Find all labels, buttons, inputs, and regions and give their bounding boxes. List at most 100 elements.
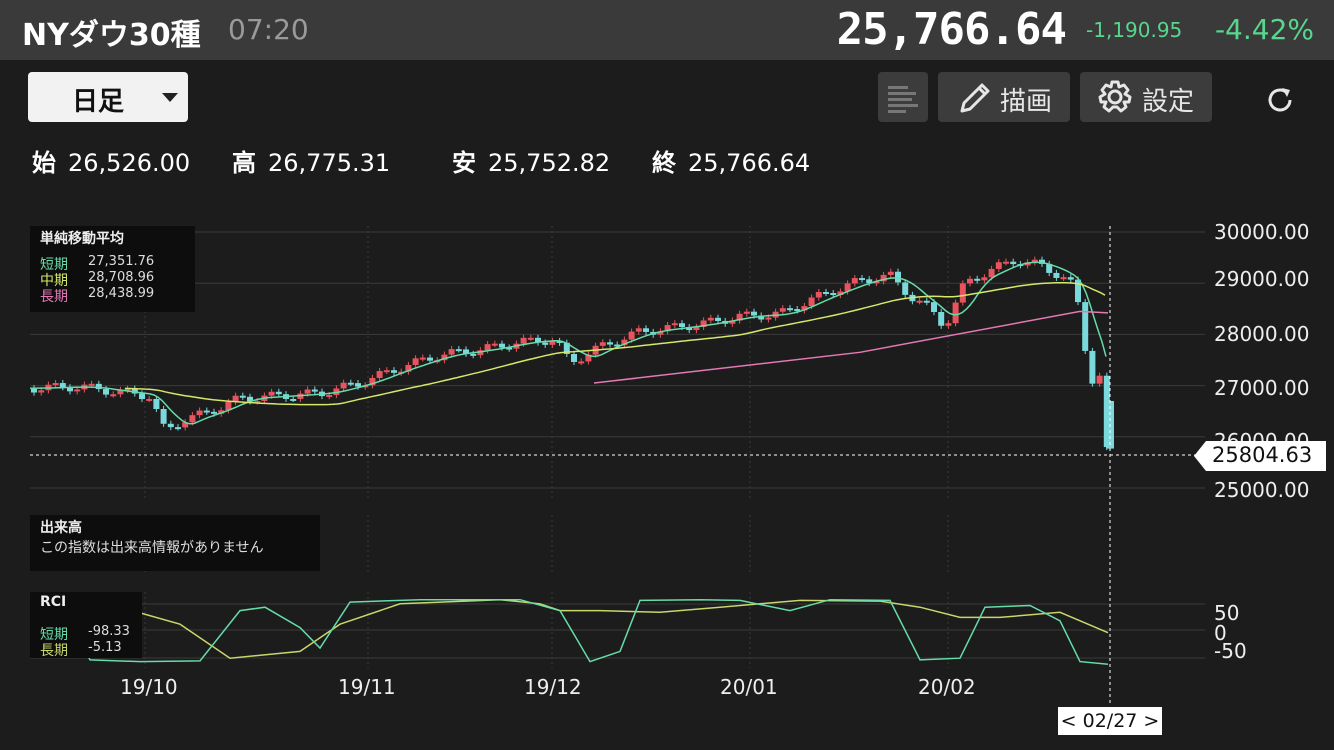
top-bar: NYダウ30種 07:20 25,766.64 -1,190.95 -4.42% — [0, 0, 1334, 60]
candle-body — [427, 357, 433, 361]
draw-button[interactable]: 描画 — [938, 72, 1070, 122]
candle-body — [88, 383, 95, 386]
candle-body — [722, 320, 729, 324]
candle-body — [895, 271, 901, 283]
candle-body — [794, 309, 801, 312]
rci-legend-title: RCI — [40, 594, 67, 610]
candle-body — [196, 410, 203, 416]
candle-body — [419, 357, 426, 360]
candle-body — [110, 394, 117, 397]
candle-body — [139, 393, 145, 400]
candle-body — [787, 308, 793, 311]
candle-body — [319, 391, 325, 397]
candle-body — [1103, 375, 1110, 448]
candle-body — [772, 311, 779, 318]
price-axis-label: 27000.00 — [1214, 376, 1310, 400]
sma-mid-line — [124, 282, 1106, 406]
volume-legend-title: 出来高 — [40, 520, 82, 536]
price-axis-label: 30000.00 — [1214, 220, 1310, 244]
candle-body — [1096, 375, 1103, 384]
sma-short-value: 27,351.76 — [88, 254, 155, 269]
candle-body — [38, 390, 45, 393]
sma-legend-title: 単純移動平均 — [40, 231, 124, 247]
candle-body — [254, 401, 261, 404]
candle-body — [383, 370, 390, 373]
refresh-icon[interactable] — [1260, 80, 1300, 120]
candle-body — [715, 317, 721, 321]
settings-button[interactable]: 設定 — [1080, 72, 1212, 122]
candle-body — [916, 300, 923, 303]
candle-body — [441, 354, 448, 361]
candle-body — [297, 393, 304, 399]
candle-body — [455, 349, 462, 352]
candle-body — [988, 268, 995, 278]
low-value: 安 25,752.82 — [452, 149, 611, 177]
draw-button-label: 描画 — [1000, 87, 1053, 117]
candle-body — [887, 271, 894, 275]
candle-body — [542, 342, 549, 345]
volume-message: この指数は出来高情報がありません — [40, 540, 264, 556]
period-select[interactable]: 日足 — [28, 72, 188, 122]
candle-body — [643, 328, 649, 332]
candle-body — [945, 323, 952, 326]
candle-body — [801, 306, 808, 311]
candle-body — [1075, 279, 1081, 303]
rci-long-label: 長期 — [40, 643, 68, 659]
volume-legend: 出来高 この指数は出来高情報がありません — [30, 515, 320, 571]
candle-body — [225, 401, 232, 411]
candle-body — [902, 282, 909, 295]
candle-body — [239, 395, 246, 398]
candle-body — [59, 383, 66, 388]
candle-body — [758, 315, 765, 320]
candle-body — [1031, 259, 1038, 263]
candle-body — [859, 278, 865, 281]
candle-body — [369, 377, 376, 386]
candle-body — [959, 283, 966, 303]
candle-body — [995, 262, 1002, 269]
candle-body — [484, 344, 491, 351]
candle-body — [592, 345, 599, 355]
current-price-tag: 25804.63 — [1194, 441, 1326, 471]
candle-body — [247, 396, 253, 402]
current-price: 25,766.64 — [836, 4, 1067, 55]
candle-body — [1067, 277, 1074, 280]
candle-body — [967, 278, 973, 284]
settings-button-label: 設定 — [1142, 87, 1195, 117]
list-view-button[interactable] — [878, 72, 928, 122]
candle-body — [650, 331, 657, 335]
candle-body — [124, 388, 131, 391]
sma-legend: 単純移動平均 短期 27,351.76 中期 28,708.96 長期 28,4… — [30, 226, 195, 312]
candle-body — [578, 361, 585, 364]
candle-body — [535, 337, 541, 343]
x-axis-label: 19/11 — [338, 675, 396, 699]
candle-body — [304, 389, 311, 394]
candle-body — [693, 326, 700, 331]
candle-body — [823, 292, 829, 295]
candle-body — [585, 354, 592, 362]
candle-body — [1089, 350, 1096, 384]
candle-body — [830, 293, 837, 296]
candle-body — [923, 300, 930, 303]
candle-body — [189, 415, 196, 423]
candle-body — [679, 323, 685, 328]
candle-body — [1046, 263, 1053, 273]
candle-body — [347, 382, 354, 385]
rci-legend: RCI 短期 -98.33 長期 -5.13 — [30, 592, 142, 659]
candle-body — [117, 389, 124, 395]
candle-body — [477, 350, 484, 356]
rci-axis-label: -50 — [1214, 639, 1247, 663]
candle-body — [131, 388, 138, 394]
sma-mid-value: 28,708.96 — [88, 270, 155, 285]
candle-body — [470, 353, 477, 356]
crosshair-date-tag[interactable]: < 02/27 > — [1058, 707, 1162, 735]
candle-body — [765, 317, 772, 320]
candle-body — [931, 302, 937, 313]
candle-body — [391, 370, 397, 373]
candle-body — [218, 410, 225, 414]
candle-body — [974, 278, 981, 281]
close-value: 終 25,766.64 — [652, 149, 811, 177]
candle-body — [261, 395, 268, 402]
candle-body — [513, 343, 520, 349]
sma-long-label: 長期 — [40, 289, 68, 305]
gear-icon — [1098, 80, 1132, 113]
